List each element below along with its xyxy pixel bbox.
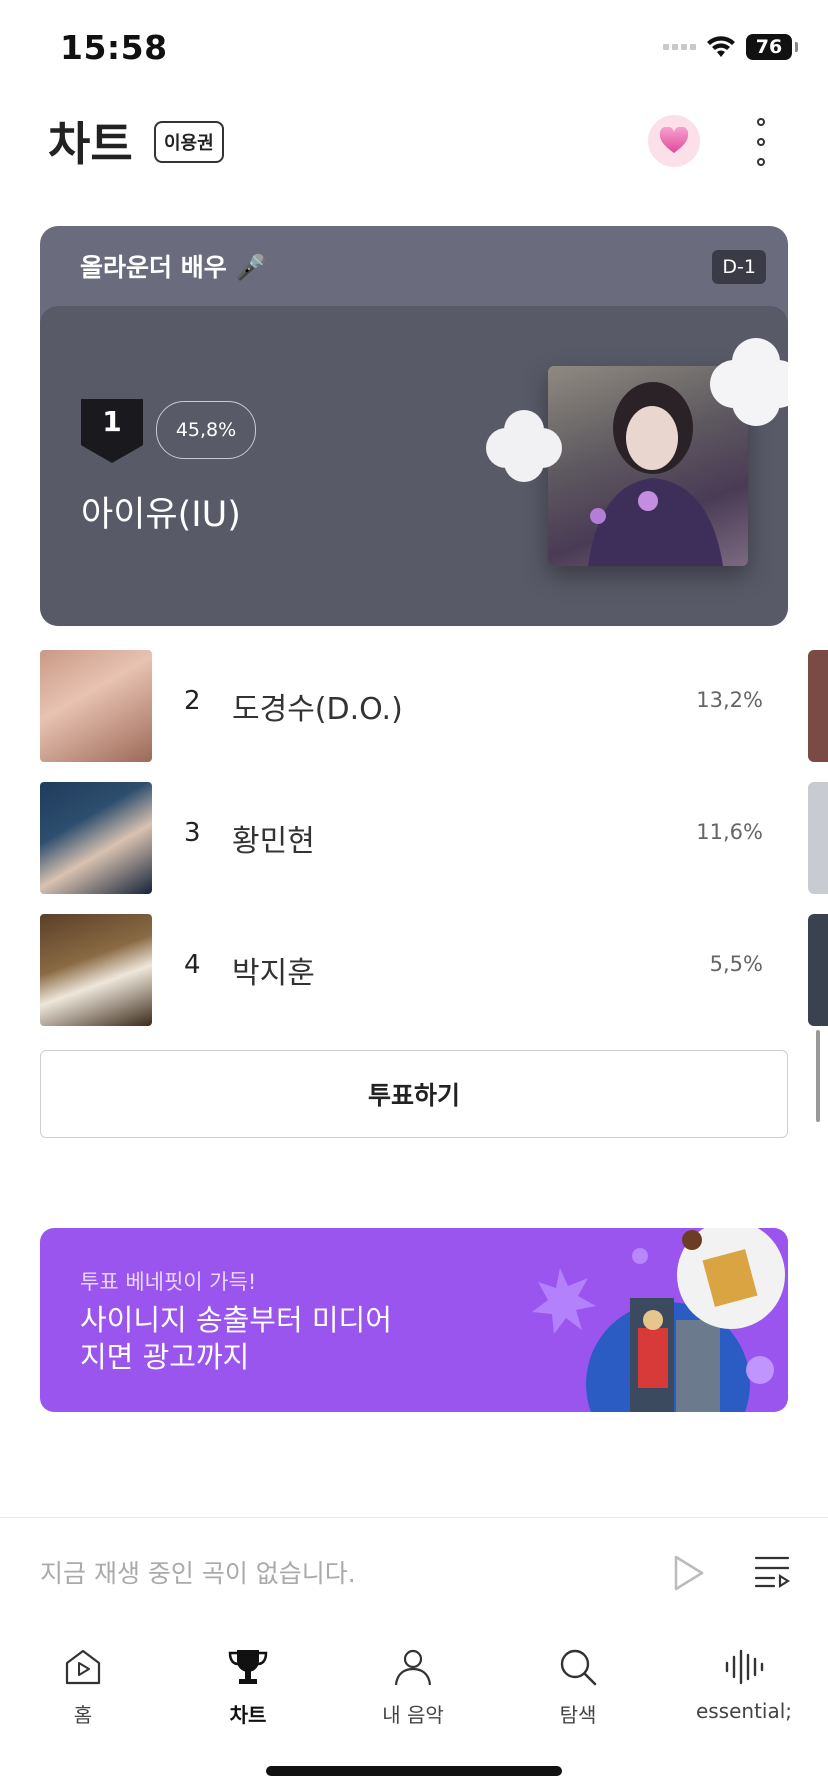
vote-percent: 5,5% <box>709 952 763 976</box>
status-indicators: 76 <box>663 34 798 60</box>
vote-percent: 13,2% <box>696 688 763 712</box>
artist-thumbnail <box>40 650 152 762</box>
subscription-badge[interactable]: 이용권 <box>154 121 224 163</box>
tab-home[interactable]: 홈 <box>13 1647 153 1728</box>
home-play-icon <box>65 1649 101 1685</box>
ranking-row[interactable]: 2 도경수(D.O.) 13,2% <box>40 650 788 762</box>
promo-subtitle: 투표 베네핏이 가득! <box>80 1270 257 1294</box>
artist-thumbnail <box>40 914 152 1026</box>
cellular-signal-icon <box>663 44 696 50</box>
soundwave-icon <box>725 1649 764 1685</box>
tab-my-music[interactable]: 내 음악 <box>343 1647 483 1728</box>
artist-name: 도경수(D.O.) <box>232 692 403 727</box>
scroll-indicator <box>816 1030 820 1122</box>
now-playing-text: 지금 재생 중인 곡이 없습니다. <box>40 1559 356 1588</box>
wifi-icon <box>707 36 735 57</box>
search-icon <box>560 1649 597 1686</box>
person-icon <box>394 1649 432 1686</box>
promo-illustration <box>532 1228 785 1412</box>
tab-chart[interactable]: 차트 <box>178 1647 318 1728</box>
artist-name: 박지훈 <box>232 956 315 991</box>
artist-name: 황민현 <box>232 824 315 859</box>
battery-icon: 76 <box>746 34 798 60</box>
rank-number: 3 <box>184 818 201 848</box>
promo-banner[interactable]: 투표 베네핏이 가득! 사이니지 송출부터 미디어 지면 광고까지 <box>40 1228 788 1412</box>
tab-label: 홈 <box>73 1703 93 1727</box>
vote-leader-panel: 1 45,8% 아이유(IU) <box>40 306 788 626</box>
tab-essential[interactable]: essential; <box>674 1647 814 1723</box>
next-card-peek[interactable] <box>808 650 828 762</box>
mini-player[interactable]: 지금 재생 중인 곡이 없습니다. <box>0 1517 828 1624</box>
more-options-button[interactable] <box>748 118 774 166</box>
tab-label: essential; <box>695 1699 793 1723</box>
vote-card[interactable]: 올라운더 배우 🎤 D-1 1 45,8% 아이유(IU) <box>40 226 788 626</box>
dday-badge: D-1 <box>712 250 766 284</box>
artist-thumbnail <box>40 782 152 894</box>
status-time: 15:58 <box>60 28 168 67</box>
rank-number: 2 <box>184 686 201 716</box>
leader-name: 아이유(IU) <box>81 495 241 535</box>
promo-line-2: 지면 광고까지 <box>80 1340 250 1374</box>
heart-icon <box>659 127 689 153</box>
trophy-icon <box>228 1650 268 1684</box>
tab-label: 내 음악 <box>382 1703 444 1727</box>
next-card-peek[interactable] <box>808 782 828 894</box>
leader-percent: 45,8% <box>156 401 256 459</box>
heart-button[interactable] <box>648 115 700 167</box>
cloud-decoration <box>710 338 788 426</box>
tab-label: 탐색 <box>559 1703 597 1727</box>
ranking-row[interactable]: 3 황민현 11,6% <box>40 782 788 894</box>
vote-percent: 11,6% <box>696 820 763 844</box>
cloud-decoration <box>486 410 562 482</box>
promo-headline: 사이니지 송출부터 미디어 지면 광고까지 <box>80 1302 392 1376</box>
page-title: 차트 <box>48 117 133 171</box>
home-indicator <box>266 1766 562 1776</box>
playlist-icon[interactable] <box>754 1554 790 1590</box>
promo-line-1: 사이니지 송출부터 미디어 <box>80 1303 392 1337</box>
tab-label: 차트 <box>229 1703 267 1727</box>
vote-button[interactable]: 투표하기 <box>40 1050 788 1138</box>
rank-number: 4 <box>184 950 201 980</box>
tab-explore[interactable]: 탐색 <box>508 1647 648 1728</box>
vote-title: 올라운더 배우 🎤 <box>80 253 267 282</box>
ranking-row[interactable]: 4 박지훈 5,5% <box>40 914 788 1026</box>
play-icon[interactable] <box>668 1553 708 1593</box>
rank-badge: 1 <box>81 399 143 463</box>
next-card-peek[interactable] <box>808 914 828 1026</box>
